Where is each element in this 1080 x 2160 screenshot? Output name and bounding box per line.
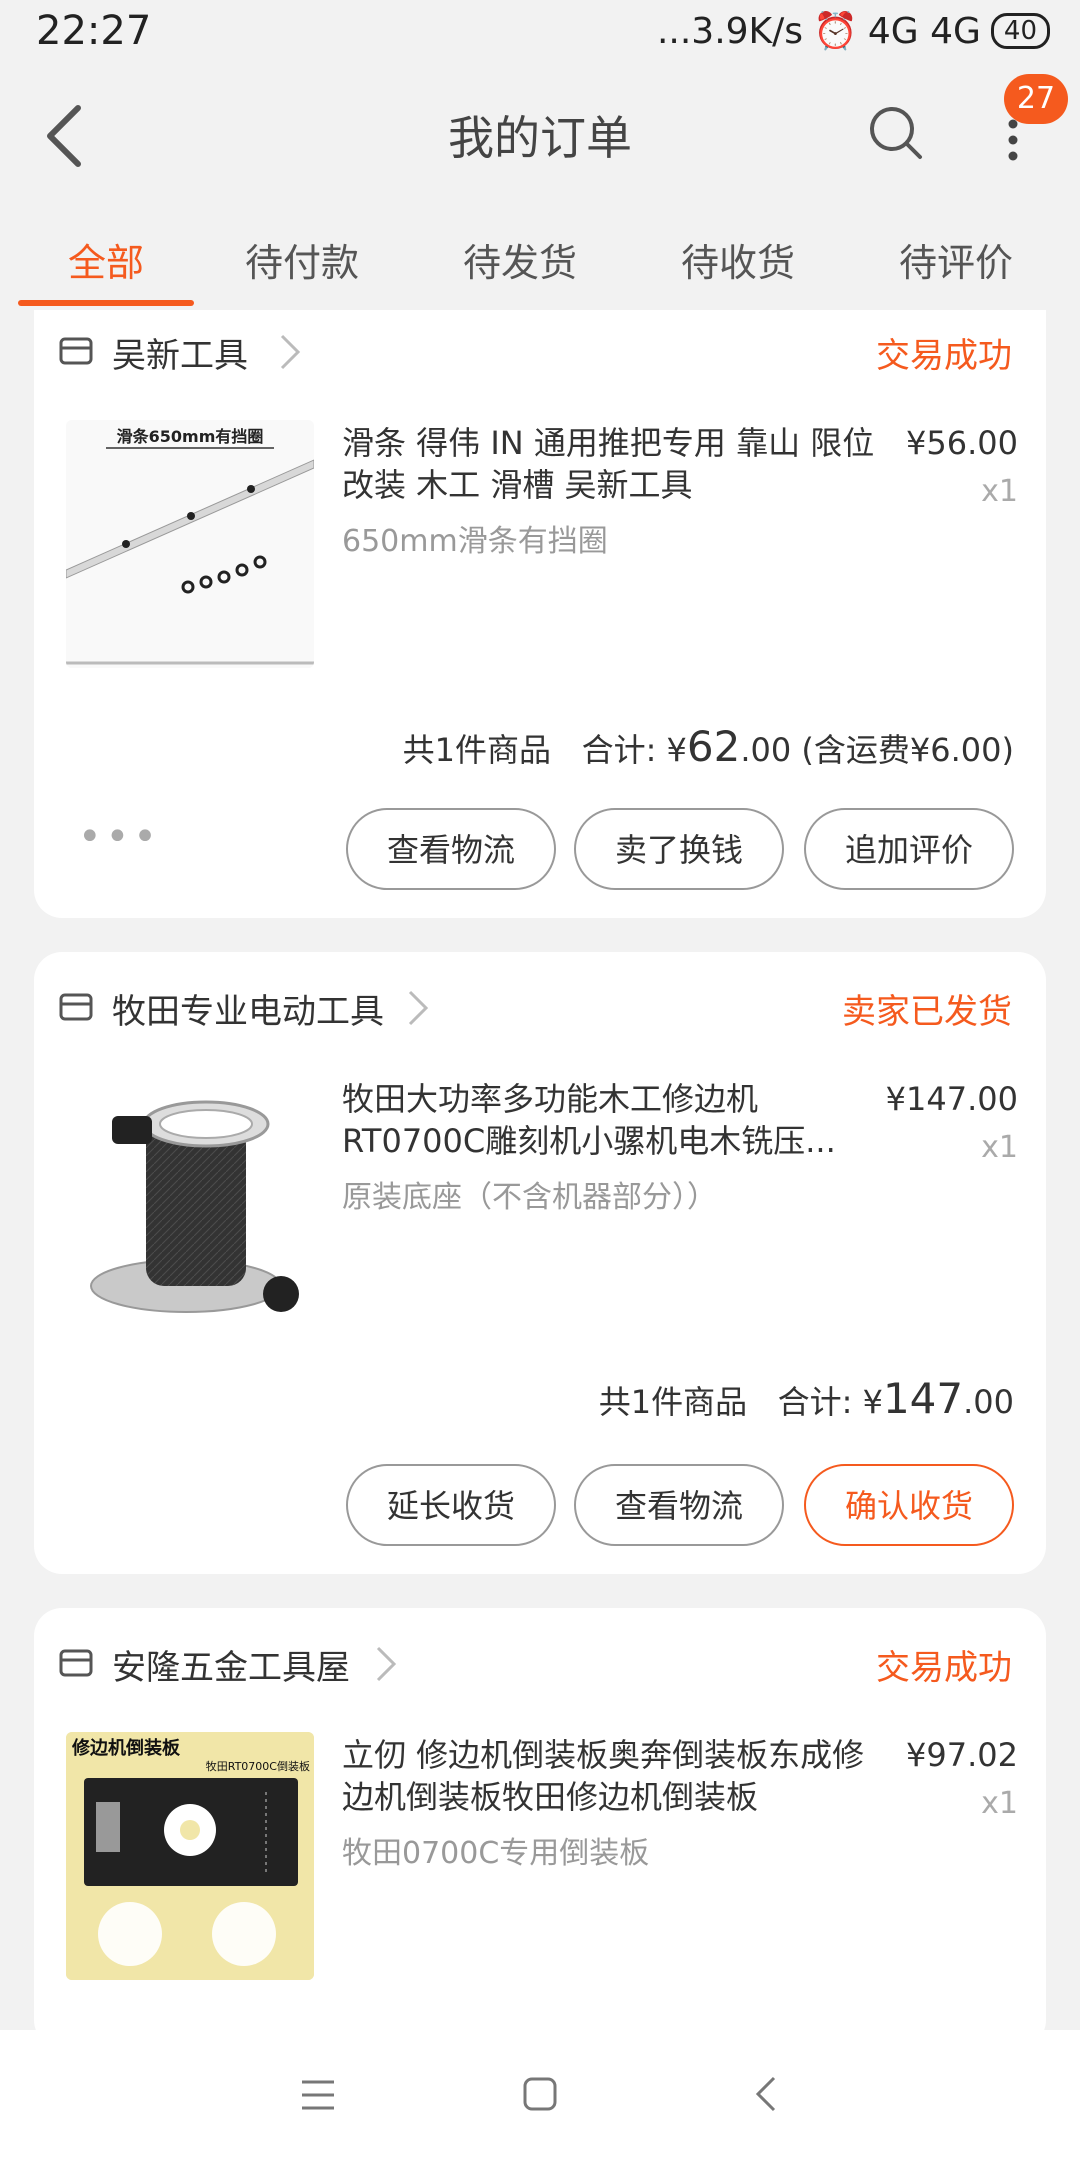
thumb-text-secondary: 牧田RT0700C倒装板 — [206, 1759, 310, 1773]
shipping-fee: (含运费¥6.00) — [801, 731, 1014, 769]
product-sku: 牧田0700C专用倒装板 — [342, 1836, 650, 1871]
system-nav-bar — [0, 2030, 1080, 2160]
order-card: 吴新工具 交易成功 滑条650mm有挡圈 滑条 得伟 IN 通用推把专用 靠山 … — [34, 310, 1046, 918]
status-indicators: ...3.9K/s ⏰ 4G 4G 40 — [657, 10, 1050, 52]
alarm-icon: ⏰ — [813, 11, 858, 52]
slide-rail-image: 滑条650mm有挡圈 — [66, 420, 314, 668]
order-status: 交易成功 — [876, 1648, 1012, 1688]
order-tabs: 全部 待付款 待发货 待收货 待评价 — [0, 220, 1080, 310]
product-title[interactable]: 滑条 得伟 IN 通用推把专用 靠山 限位 改装 木工 滑槽 吴新工具 — [342, 422, 882, 506]
total-currency: ¥ — [666, 731, 687, 769]
product-image[interactable]: 滑条650mm有挡圈 — [66, 420, 314, 668]
tab-pending-review[interactable]: 待评价 — [856, 232, 1056, 287]
total-decimals: .00 — [963, 1383, 1014, 1421]
tab-pending-payment[interactable]: 待付款 — [202, 232, 402, 287]
tab-pending-shipment[interactable]: 待发货 — [420, 232, 620, 287]
shop-name[interactable]: 吴新工具 — [112, 328, 248, 377]
total-decimals: .00 — [740, 731, 792, 769]
chevron-right-icon[interactable] — [278, 332, 302, 372]
view-logistics-button[interactable]: 查看物流 — [574, 1464, 784, 1546]
resell-button[interactable]: 卖了换钱 — [574, 808, 784, 890]
total-amount: 147 — [882, 1374, 964, 1423]
item-count: 共1件商品 — [598, 1383, 748, 1421]
total-label: 合计: — [777, 1383, 853, 1421]
thumb-text: 滑条650mm有挡圈 — [117, 427, 264, 446]
menu-icon[interactable] — [300, 2078, 336, 2112]
order-summary: 共1件商品 合计: ¥62.00 (含运费¥6.00) — [403, 722, 1014, 771]
product-quantity: x1 — [981, 474, 1018, 509]
network-speed: ...3.9K/s — [656, 10, 804, 52]
shop-icon — [59, 993, 93, 1021]
product-title[interactable]: 立仞 修边机倒装板奥奔倒装板东成修边机倒装板牧田修边机倒装板 — [342, 1734, 882, 1818]
back-icon[interactable] — [754, 2074, 778, 2114]
total-label: 合计: — [581, 731, 657, 769]
total-currency: ¥ — [862, 1383, 883, 1421]
order-status: 卖家已发货 — [842, 992, 1012, 1032]
add-review-button[interactable]: 追加评价 — [804, 808, 1014, 890]
order-summary: 共1件商品 合计: ¥147.00 — [599, 1374, 1014, 1423]
confirm-receipt-button[interactable]: 确认收货 — [804, 1464, 1014, 1546]
tab-pending-receipt[interactable]: 待收货 — [638, 232, 838, 287]
product-image[interactable] — [66, 1076, 314, 1324]
order-status: 交易成功 — [876, 336, 1012, 376]
product-image[interactable]: 修边机倒装板 牧田RT0700C倒装板 — [66, 1732, 314, 1980]
item-count: 共1件商品 — [402, 731, 552, 769]
extend-receipt-button[interactable]: 延长收货 — [346, 1464, 556, 1546]
shop-icon — [59, 1649, 93, 1677]
status-time: 22:27 — [36, 8, 152, 54]
search-icon[interactable] — [866, 103, 926, 163]
thumb-text: 修边机倒装板 — [71, 1737, 181, 1759]
order-card: 牧田专业电动工具 卖家已发货 牧田大功率多功能木工修边机RT0700C雕刻机小骡… — [34, 952, 1046, 1574]
view-logistics-button[interactable]: 查看物流 — [346, 808, 556, 890]
home-icon[interactable] — [522, 2076, 558, 2112]
battery-icon: 40 — [990, 13, 1050, 49]
product-sku: 650mm滑条有挡圈 — [342, 524, 608, 559]
product-price: ¥147.00 — [885, 1080, 1018, 1118]
tab-all[interactable]: 全部 — [6, 232, 206, 287]
chevron-right-icon[interactable] — [406, 988, 430, 1028]
shop-name[interactable]: 牧田专业电动工具 — [112, 984, 384, 1033]
product-price: ¥56.00 — [906, 424, 1018, 462]
product-title[interactable]: 牧田大功率多功能木工修边机RT0700C雕刻机小骡机电木铣压... — [342, 1078, 882, 1162]
product-sku: 原装底座（不含机器部分）） — [342, 1180, 717, 1215]
notification-badge: 27 — [1004, 74, 1068, 124]
active-tab-indicator — [18, 300, 194, 306]
product-quantity: x1 — [981, 1786, 1018, 1821]
shop-icon — [59, 337, 93, 365]
total-amount: 62 — [686, 722, 741, 771]
chevron-right-icon[interactable] — [374, 1644, 398, 1684]
order-card: 安隆五金工具屋 交易成功 修边机倒装板 牧田RT0700C倒装板 立仞 修边机倒… — [34, 1608, 1046, 2048]
product-quantity: x1 — [981, 1130, 1018, 1165]
router-base-image — [66, 1076, 314, 1324]
router-plate-image: 修边机倒装板 牧田RT0700C倒装板 — [66, 1732, 314, 1980]
product-price: ¥97.02 — [906, 1736, 1018, 1774]
signal-text: 4G 4G — [867, 10, 981, 52]
more-options-icon[interactable]: ••• — [78, 814, 161, 860]
shop-name[interactable]: 安隆五金工具屋 — [112, 1640, 350, 1689]
